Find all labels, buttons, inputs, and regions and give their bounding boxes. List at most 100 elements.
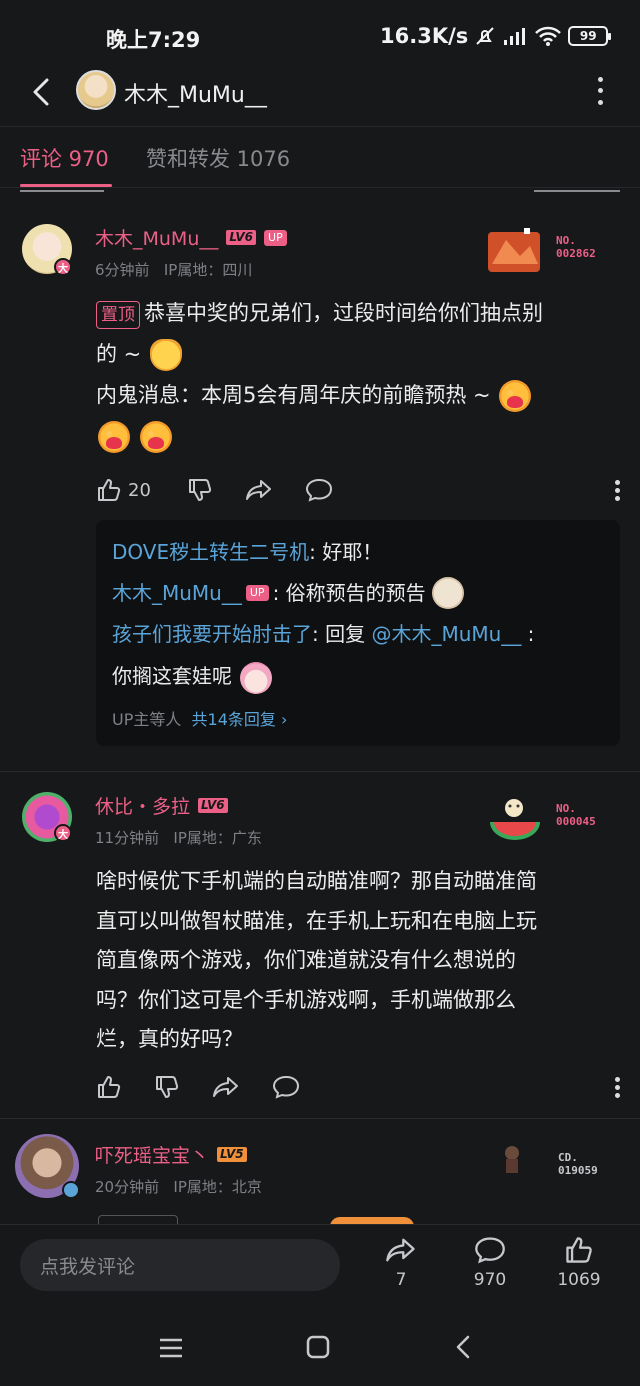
signal-icon (504, 28, 526, 45)
comment-ip: IP属地：广东 (173, 829, 262, 847)
comment-text-line: 的 ~ (96, 342, 142, 366)
comment-text-line: 吗？你们这可是个手机游戏啊，手机端做那么 (96, 987, 516, 1012)
author-avatar[interactable] (76, 70, 116, 110)
vip-badge: 大 (54, 258, 72, 276)
comment-time: 6分钟前 (95, 261, 150, 279)
fan-card-image-icon (488, 228, 540, 272)
comment-text-line: 烂，真的好吗？ (96, 1027, 243, 1051)
thumbs-up-icon (98, 479, 121, 501)
comment-body: 置顶 恭喜中奖的兄弟们，过段时间给你们抽点别 的 ~ 内鬼消息：本周5会有周年庆的… (96, 293, 620, 457)
comment-header: 吓死瑶宝宝丶 LV5 (95, 1141, 247, 1168)
fan-card-image-icon (490, 799, 540, 840)
up-tag: UP (245, 585, 269, 601)
system-navigation-bar (0, 1308, 640, 1386)
comment-input[interactable]: 点我发评论 (20, 1239, 340, 1291)
reply-line: DOVE秽土转生二号机: 好耶！ (112, 540, 383, 564)
verified-icon (62, 1181, 80, 1199)
reply-bubble-icon[interactable] (272, 1074, 300, 1100)
comment-count: 970 (473, 1270, 507, 1290)
tab-likes-reposts[interactable]: 赞和转发 1076 (146, 143, 290, 173)
fan-number: NO. 002862 (556, 234, 596, 260)
reply-count-link[interactable]: 共14条回复 (192, 710, 276, 729)
level-badge: LV5 (217, 1147, 247, 1162)
thumbs-down-icon[interactable] (187, 477, 213, 503)
comment-ip: IP属地：四川 (163, 261, 253, 279)
emoji-row-icon (330, 1217, 414, 1224)
tab-bar: 评论 970 赞和转发 1076 (0, 126, 640, 188)
pinned-tag: 置顶 (96, 301, 140, 329)
note-tag (98, 1215, 178, 1224)
page-title: 木木_MuMu__ (124, 83, 267, 108)
comment-username[interactable]: 吓死瑶宝宝丶 (95, 1141, 209, 1168)
fan-number: NO. 000045 (556, 802, 596, 828)
comment-text-line: 恭喜中奖的兄弟们，过段时间给你们抽点别 (144, 301, 543, 325)
comment-username[interactable]: 休比・多拉 (95, 792, 190, 819)
share-count: 7 (395, 1270, 407, 1290)
reply-username[interactable]: 孩子们我要开始肘击了 (112, 622, 312, 646)
comment-meta: 6分钟前 IP属地：四川 (95, 259, 252, 280)
top-navigation-bar: 木木_MuMu__ (0, 68, 640, 126)
hug-emoji-icon (140, 421, 172, 453)
thumbs-up-icon[interactable] (96, 1074, 122, 1100)
comment-item: 吓死瑶宝宝丶 LV5 20分钟前 IP属地：北京 CD. 019059 (0, 1119, 640, 1224)
back-arrow-icon[interactable] (22, 72, 62, 112)
reply-username[interactable]: 木木_MuMu__ (112, 573, 242, 613)
mute-bell-icon (476, 27, 494, 45)
comment-header: 休比・多拉 LV6 (95, 792, 228, 819)
like-count: 20 (128, 479, 151, 501)
system-back-icon[interactable] (452, 1334, 476, 1360)
comment-actions (96, 1072, 620, 1102)
comment-meta: 20分钟前 IP属地：北京 (95, 1176, 262, 1197)
comment-body: 啥时候优下手机端的自动瞄准啊？那自动瞄准简 直可以叫做智杖瞄准，在手机上玩和在电… (96, 862, 620, 1060)
share-icon[interactable] (212, 1074, 240, 1100)
like-count: 1069 (557, 1270, 601, 1290)
girl-emoji-icon (240, 661, 273, 694)
cat-emoji-icon (149, 339, 182, 371)
comment-ip: IP属地：北京 (173, 1178, 262, 1196)
comment-bubble-icon (475, 1237, 505, 1264)
tab-comments[interactable]: 评论 970 (20, 143, 109, 173)
fan-number: CD. 019059 (558, 1151, 598, 1177)
reply-line: 孩子们我要开始肘击了: 回复 @木木_MuMu__ : (112, 622, 535, 646)
hug-emoji-icon (499, 380, 532, 412)
vip-badge: 大 (54, 824, 72, 842)
active-tab-indicator (20, 184, 112, 187)
dog-emoji-icon (431, 577, 464, 609)
reply-preview-box[interactable]: DOVE秽土转生二号机: 好耶！ 木木_MuMu__ UP : 俗称预告的预告 … (96, 520, 620, 746)
comment-username[interactable]: 木木_MuMu__ (95, 224, 218, 251)
view-all-replies[interactable]: UP主等人 共14条回复 › (112, 706, 287, 730)
comment-time: 20分钟前 (95, 1178, 160, 1196)
comment-text-line: 内鬼消息：本周5会有周年庆的前瞻预热 ~ (96, 383, 491, 407)
wifi-icon (535, 26, 562, 46)
thumbs-down-icon[interactable] (154, 1074, 180, 1100)
share-button[interactable]: 7 (371, 1235, 431, 1290)
share-icon[interactable] (245, 477, 273, 503)
up-tag: UP (264, 229, 287, 246)
fan-card-image-icon (505, 1146, 519, 1173)
comment-button[interactable]: 970 (460, 1235, 520, 1290)
reply-line: 木木_MuMu__ UP : 俗称预告的预告 (112, 573, 466, 613)
more-options-icon[interactable] (592, 74, 608, 108)
comment-more-icon[interactable] (615, 1076, 620, 1098)
reply-bubble-icon[interactable] (305, 477, 333, 503)
status-bar: 晚上7:29 16.3K/s 99 (0, 0, 640, 68)
status-icons: 16.3K/s 99 (380, 22, 612, 50)
like-button[interactable]: 20 (96, 477, 151, 503)
level-badge: LV6 (226, 230, 257, 245)
comment-more-icon[interactable] (615, 479, 620, 501)
mention-link[interactable]: @木木_MuMu__ (371, 622, 521, 646)
chevron-right-icon: › (275, 710, 288, 729)
level-badge: LV6 (198, 798, 228, 813)
battery-icon: 99 (568, 26, 612, 46)
network-speed: 16.3K/s (380, 24, 469, 48)
recent-apps-icon[interactable] (158, 1336, 184, 1360)
comment-text-line: 简直像两个游戏，你们难道就没有什么想说的 (96, 948, 516, 972)
comment-input-placeholder: 点我发评论 (40, 1256, 136, 1278)
reply-username[interactable]: DOVE秽土转生二号机 (112, 540, 309, 564)
hug-emoji-icon (98, 421, 130, 453)
reply-line: 你搁这套娃呢 (112, 656, 274, 696)
comment-meta: 11分钟前 IP属地：广东 (95, 827, 262, 848)
like-button[interactable]: 1069 (549, 1235, 609, 1290)
comment-time: 11分钟前 (95, 829, 160, 847)
home-icon[interactable] (305, 1334, 331, 1360)
